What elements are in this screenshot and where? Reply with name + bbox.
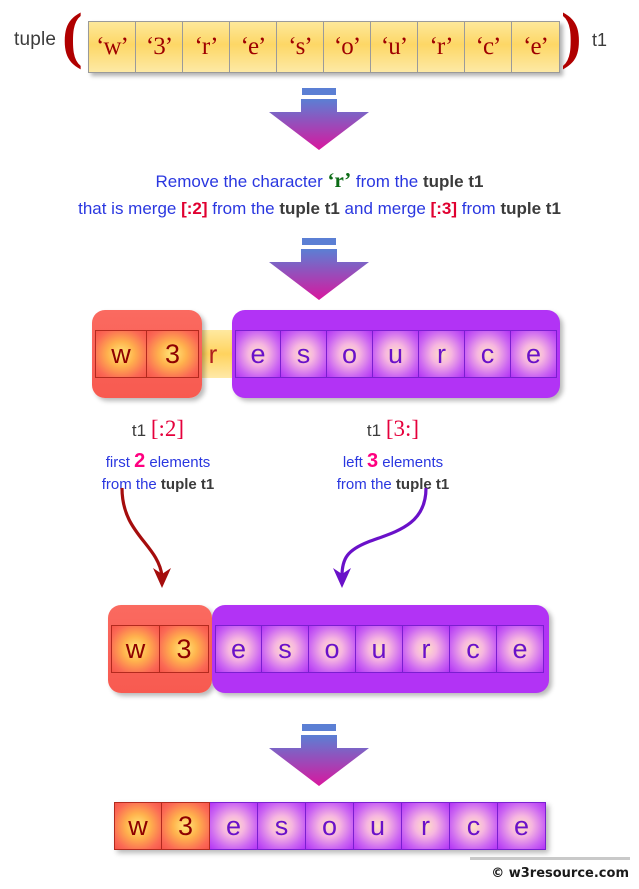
caption2-part-a: that is merge: [78, 199, 182, 218]
right-slice-title: t1 [3:]: [283, 416, 503, 442]
left-curved-arrow-icon: [118, 486, 248, 603]
row1-cell: ‘r’: [183, 22, 230, 72]
footer-divider: [470, 857, 630, 860]
down-arrow-icon: [269, 88, 369, 150]
arrow-bar: [302, 88, 336, 95]
row3-left-cell: w: [111, 625, 160, 673]
row4-cell: r: [402, 802, 450, 850]
tuple-label: tuple: [14, 29, 57, 50]
caption-line-1: Remove the character ‘r’ from the tuple …: [0, 168, 639, 193]
row4-cell: c: [450, 802, 498, 850]
row2-left-cell: 3: [147, 330, 199, 378]
caption1-part-a: Remove the character: [155, 172, 328, 191]
row1-cell: ‘c’: [465, 22, 512, 72]
right-slice-label: t1 [3:] left 3 elements from the tuple t…: [283, 416, 503, 495]
left-desc-b: elements: [145, 454, 211, 471]
left-slice-varname: t1: [131, 421, 147, 440]
row2-right-cell: o: [327, 330, 373, 378]
row4-cell: u: [354, 802, 402, 850]
right-desc-b: elements: [378, 454, 444, 471]
watermark: © w3resource.com: [491, 866, 629, 881]
caption2-slice-2: [:3]: [430, 199, 457, 218]
row1-cell: ‘r’: [418, 22, 465, 72]
row2-left-cells: w 3: [95, 330, 199, 378]
row1-cell: ‘e’: [230, 22, 277, 72]
caption2-part-b: from the: [207, 199, 280, 218]
left-slice-label: t1 [:2] first 2 elements from the tuple …: [48, 416, 268, 495]
row3-right-cell: s: [262, 625, 309, 673]
open-paren: (: [62, 2, 83, 70]
row4-cell: 3: [162, 802, 210, 850]
row2-right-cell: u: [373, 330, 419, 378]
row4-cell: e: [498, 802, 546, 850]
right-desc-a: left: [342, 454, 367, 471]
right-curved-arrow-icon: [298, 486, 438, 603]
arrow-bar: [302, 724, 336, 731]
row4-cell: e: [210, 802, 258, 850]
row3-left-cells: w 3: [111, 625, 209, 673]
close-paren: ): [561, 2, 582, 70]
row1-cell: ‘3’: [136, 22, 183, 72]
arrow-body: [269, 735, 369, 786]
row4-cell: w: [114, 802, 162, 850]
down-arrow-icon: [269, 724, 369, 786]
row4-cell: s: [258, 802, 306, 850]
caption-line-2: that is merge [:2] from the tuple t1 and…: [0, 199, 639, 219]
left-desc-a: first: [105, 454, 135, 471]
row4-cell: o: [306, 802, 354, 850]
caption1-part-b: from the: [351, 172, 423, 191]
row3-right-cell: u: [356, 625, 403, 673]
row3-right-cell: e: [497, 625, 544, 673]
row2-left-cell: w: [95, 330, 147, 378]
right-slice-varname: t1: [366, 421, 382, 440]
caption2-slice-1: [:2]: [181, 199, 208, 218]
row3-right-cell: e: [215, 625, 262, 673]
diagram-canvas: tuple ( ‘w’ ‘3’ ‘r’ ‘e’ ‘s’ ‘o’ ‘u’ ‘r’ …: [0, 0, 639, 889]
row1-cell: ‘w’: [89, 22, 136, 72]
row3-right-cells: e s o u r c e: [215, 625, 544, 673]
row1-cell: ‘e’: [512, 22, 559, 72]
row2-right-cell: r: [419, 330, 465, 378]
caption1-char: ‘r’: [327, 168, 352, 192]
left-slice-expr: [:2]: [150, 416, 185, 441]
row1-cell: ‘o’: [324, 22, 371, 72]
row3-left-cell: 3: [160, 625, 209, 673]
arrow-body: [269, 99, 369, 150]
arrow-body: [269, 249, 369, 300]
caption2-part-c: and merge: [339, 199, 431, 218]
row1-cell: ‘s’: [277, 22, 324, 72]
down-arrow-icon: [269, 238, 369, 300]
left-desc-count: 2: [134, 450, 146, 472]
arrow-bar: [302, 238, 336, 245]
row4-result-cells: w 3 e s o u r c e: [114, 802, 546, 850]
right-slice-expr: [3:]: [385, 416, 420, 441]
row3-right-cell: o: [309, 625, 356, 673]
row2-right-cell: e: [511, 330, 557, 378]
row1-variable-name: t1: [592, 30, 608, 50]
row1-cell: ‘u’: [371, 22, 418, 72]
left-slice-title: t1 [:2]: [48, 416, 268, 442]
caption2-part-d: from: [457, 199, 501, 218]
caption2-tuple-ref-1: tuple t1: [279, 199, 340, 218]
row2-right-cell: e: [235, 330, 281, 378]
row2-right-cell: c: [465, 330, 511, 378]
row3-right-cell: c: [450, 625, 497, 673]
row1-tuple-cells: ‘w’ ‘3’ ‘r’ ‘e’ ‘s’ ‘o’ ‘u’ ‘r’ ‘c’ ‘e’: [88, 21, 560, 73]
caption2-tuple-ref-2: tuple t1: [500, 199, 561, 218]
row3-right-cell: r: [403, 625, 450, 673]
caption1-tuple-ref: tuple t1: [423, 172, 484, 191]
right-desc-count: 3: [367, 450, 379, 472]
row2-right-cell: s: [281, 330, 327, 378]
row2-right-cells: e s o u r c e: [235, 330, 557, 378]
